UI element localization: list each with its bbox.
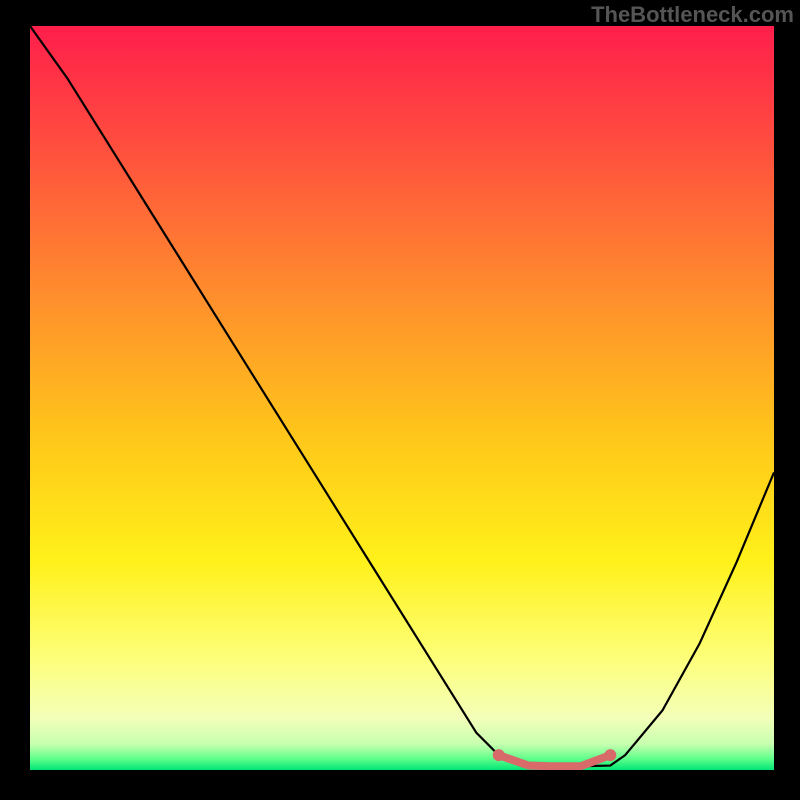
chart-background — [30, 26, 774, 770]
chart-container: TheBottleneck.com — [0, 0, 800, 800]
optimal-zone-endpoint — [604, 749, 616, 761]
watermark-text: TheBottleneck.com — [591, 2, 794, 28]
chart-svg — [30, 26, 774, 770]
plot-area — [30, 26, 774, 770]
optimal-zone-endpoint — [493, 749, 505, 761]
